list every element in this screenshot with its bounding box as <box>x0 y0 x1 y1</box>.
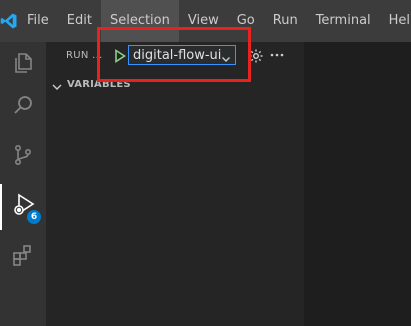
menu-help[interactable]: Help <box>380 0 411 42</box>
files-icon <box>11 51 35 79</box>
run-debug-button[interactable]: 6 <box>0 184 46 230</box>
chevron-down-icon <box>51 78 63 90</box>
ellipsis-icon <box>270 51 284 66</box>
debug-configuration-select[interactable]: digital-flow-ui <box>128 45 236 65</box>
editor-area <box>304 42 411 326</box>
explorer-button[interactable] <box>0 42 46 88</box>
menu-view[interactable]: View <box>179 0 228 42</box>
chevron-down-icon <box>221 49 231 68</box>
search-button[interactable] <box>0 84 46 130</box>
search-icon <box>11 93 35 121</box>
open-launch-json-button[interactable] <box>248 48 264 64</box>
debug-count-badge: 6 <box>27 210 41 224</box>
start-debugging-button[interactable] <box>113 48 127 67</box>
menu-selection[interactable]: Selection <box>100 0 179 42</box>
menu-go[interactable]: Go <box>228 0 264 42</box>
gear-icon <box>248 49 264 68</box>
run-panel-title: RUN ... <box>66 50 103 61</box>
menu-run[interactable]: Run <box>264 0 307 42</box>
menu-file[interactable]: File <box>18 0 58 42</box>
variables-section-header[interactable]: VARIABLES <box>46 75 304 93</box>
menu-edit[interactable]: Edit <box>58 0 101 42</box>
more-actions-button[interactable] <box>270 46 284 66</box>
extensions-button[interactable] <box>0 234 46 280</box>
vscode-logo-icon <box>0 0 18 42</box>
source-control-button[interactable] <box>0 134 46 180</box>
run-panel-header: RUN ... digital-flow-ui <box>46 42 304 72</box>
source-control-icon <box>11 143 35 171</box>
title-bar: File Edit Selection View Go Run Terminal… <box>0 0 411 42</box>
play-icon <box>114 48 126 67</box>
menu-terminal[interactable]: Terminal <box>307 0 380 42</box>
debug-configuration-value: digital-flow-ui <box>133 47 222 63</box>
menu-bar: File Edit Selection View Go Run Terminal… <box>18 0 411 42</box>
activity-bar: 6 <box>0 42 46 326</box>
run-sidebar: RUN ... digital-flow-ui VARIABLES <box>46 42 304 326</box>
extensions-icon <box>11 243 35 271</box>
variables-section-title: VARIABLES <box>67 78 131 90</box>
